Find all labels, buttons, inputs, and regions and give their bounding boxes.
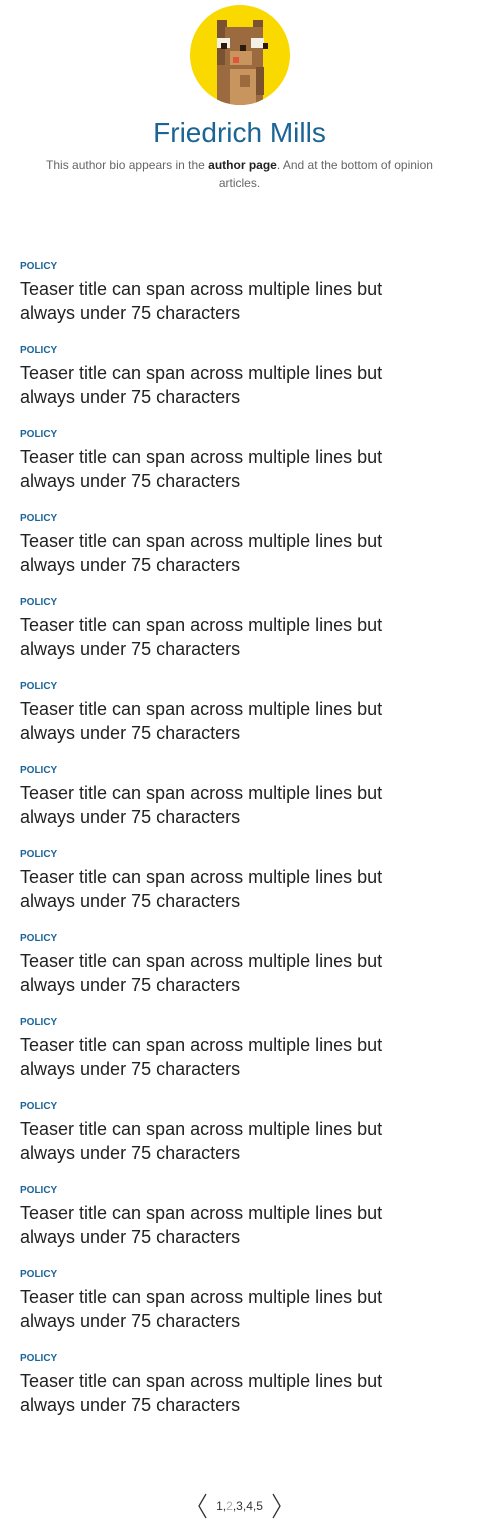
teaser-title[interactable]: Teaser title can span across multiple li… bbox=[20, 1285, 440, 1333]
list-item: POLICY Teaser title can span across mult… bbox=[20, 1350, 440, 1434]
pagination-pages: 1,2,3,4,5 bbox=[216, 1499, 263, 1513]
list-item: POLICY Teaser title can span across mult… bbox=[20, 930, 440, 1014]
page-link-4[interactable]: 4 bbox=[246, 1499, 253, 1513]
author-page-link[interactable]: author page bbox=[208, 158, 277, 172]
list-item: POLICY Teaser title can span across mult… bbox=[20, 342, 440, 426]
teaser-category[interactable]: POLICY bbox=[20, 1182, 440, 1200]
teaser-category[interactable]: POLICY bbox=[20, 1266, 440, 1284]
teaser-title[interactable]: Teaser title can span across multiple li… bbox=[20, 1201, 440, 1249]
list-item: POLICY Teaser title can span across mult… bbox=[20, 426, 440, 510]
teaser-category[interactable]: POLICY bbox=[20, 594, 440, 612]
teaser-title[interactable]: Teaser title can span across multiple li… bbox=[20, 1117, 440, 1165]
author-avatar bbox=[190, 5, 290, 105]
pixel-bear-icon bbox=[190, 5, 290, 105]
list-item: POLICY Teaser title can span across mult… bbox=[20, 846, 440, 930]
list-item: POLICY Teaser title can span across mult… bbox=[20, 594, 440, 678]
teaser-category[interactable]: POLICY bbox=[20, 258, 440, 276]
page-link-3[interactable]: 3 bbox=[236, 1499, 243, 1513]
teaser-title[interactable]: Teaser title can span across multiple li… bbox=[20, 445, 440, 493]
teaser-title[interactable]: Teaser title can span across multiple li… bbox=[20, 949, 440, 997]
list-item: POLICY Teaser title can span across mult… bbox=[20, 1182, 440, 1266]
teaser-title[interactable]: Teaser title can span across multiple li… bbox=[20, 361, 440, 409]
teaser-title[interactable]: Teaser title can span across multiple li… bbox=[20, 1369, 440, 1417]
teaser-category[interactable]: POLICY bbox=[20, 510, 440, 528]
teaser-category[interactable]: POLICY bbox=[20, 678, 440, 696]
page-link-5[interactable]: 5 bbox=[256, 1499, 263, 1513]
teaser-category[interactable]: POLICY bbox=[20, 762, 440, 780]
teaser-category[interactable]: POLICY bbox=[20, 1098, 440, 1116]
teaser-category[interactable]: POLICY bbox=[20, 846, 440, 864]
page-link-2-current[interactable]: 2 bbox=[226, 1499, 233, 1513]
list-item: POLICY Teaser title can span across mult… bbox=[20, 762, 440, 846]
list-item: POLICY Teaser title can span across mult… bbox=[20, 258, 440, 342]
list-item: POLICY Teaser title can span across mult… bbox=[20, 1266, 440, 1350]
teaser-title[interactable]: Teaser title can span across multiple li… bbox=[20, 697, 440, 745]
author-bio-prefix: This author bio appears in the bbox=[46, 158, 209, 172]
teaser-category[interactable]: POLICY bbox=[20, 426, 440, 444]
pagination: 1,2,3,4,5 bbox=[0, 1492, 479, 1520]
teaser-title[interactable]: Teaser title can span across multiple li… bbox=[20, 781, 440, 829]
author-name: Friedrich Mills bbox=[153, 117, 326, 148]
teaser-category[interactable]: POLICY bbox=[20, 342, 440, 360]
teaser-title[interactable]: Teaser title can span across multiple li… bbox=[20, 1033, 440, 1081]
teaser-title[interactable]: Teaser title can span across multiple li… bbox=[20, 865, 440, 913]
chevron-left-icon[interactable] bbox=[196, 1492, 210, 1520]
teaser-category[interactable]: POLICY bbox=[20, 1014, 440, 1032]
list-item: POLICY Teaser title can span across mult… bbox=[20, 1098, 440, 1182]
teaser-title[interactable]: Teaser title can span across multiple li… bbox=[20, 613, 440, 661]
chevron-right-icon[interactable] bbox=[269, 1492, 283, 1520]
teaser-title[interactable]: Teaser title can span across multiple li… bbox=[20, 277, 440, 325]
list-item: POLICY Teaser title can span across mult… bbox=[20, 1014, 440, 1098]
teaser-category[interactable]: POLICY bbox=[20, 930, 440, 948]
teaser-list: POLICY Teaser title can span across mult… bbox=[20, 258, 440, 1434]
list-item: POLICY Teaser title can span across mult… bbox=[20, 510, 440, 594]
teaser-title[interactable]: Teaser title can span across multiple li… bbox=[20, 529, 440, 577]
list-item: POLICY Teaser title can span across mult… bbox=[20, 678, 440, 762]
page-link-1[interactable]: 1 bbox=[216, 1499, 223, 1513]
author-bio: This author bio appears in the author pa… bbox=[30, 156, 449, 192]
teaser-category[interactable]: POLICY bbox=[20, 1350, 440, 1368]
